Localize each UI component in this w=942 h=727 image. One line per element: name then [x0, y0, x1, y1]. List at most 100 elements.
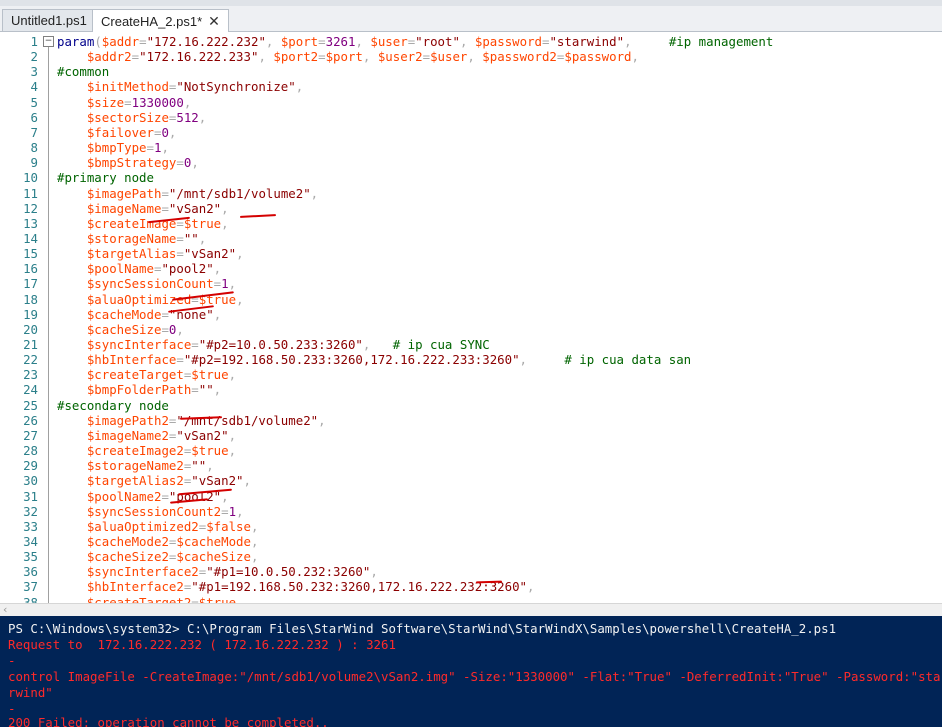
code-token: # ip cua data san	[564, 352, 692, 368]
code-line[interactable]: 16 $poolName="pool2",	[0, 261, 942, 276]
code-line[interactable]: 32 $syncSessionCount2=1,	[0, 504, 942, 519]
code-token: ,	[250, 533, 259, 549]
code-token: ,	[221, 200, 229, 216]
code-token: =	[422, 49, 431, 65]
code-text: $hbInterface="#p2=192.168.50.233:3260,17…	[57, 352, 691, 367]
code-line[interactable]: 11 $imagePath="/mnt/sdb1/volume2",	[0, 186, 942, 201]
code-line[interactable]: 24 $bmpFolderPath="",	[0, 382, 942, 397]
code-token: $user2	[377, 49, 423, 65]
console-pane[interactable]: PS C:\Windows\system32> C:\Program Files…	[0, 616, 942, 727]
script-tab-bar: Untitled1.ps1 CreateHA_2.ps1* ✕	[0, 6, 942, 32]
code-line[interactable]: 28 $createImage2=$true,	[0, 443, 942, 458]
scroll-left-icon[interactable]: ‹	[3, 603, 7, 616]
code-token: $poolName2	[86, 488, 162, 504]
code-text: $targetAlias2="vSan2",	[57, 473, 251, 488]
code-line[interactable]: 20 $cacheSize=0,	[0, 322, 942, 337]
code-line[interactable]: 21 $syncInterface="#p2=10.0.50.233:3260"…	[0, 337, 942, 352]
code-line[interactable]: 15 $targetAlias="vSan2",	[0, 246, 942, 261]
line-number: 17	[23, 276, 38, 292]
code-line[interactable]: 26 $imagePath2="/mnt/sdb1/volume2",	[0, 413, 942, 428]
code-line[interactable]: 8 $bmpType=1,	[0, 140, 942, 155]
code-token: =	[161, 185, 169, 201]
code-line[interactable]: 25 #secondary node	[0, 398, 942, 413]
console-error-line: 200 Failed: operation cannot be complete…	[8, 715, 329, 727]
code-text: $cacheMode2=$cacheMode,	[57, 533, 259, 549]
code-line[interactable]: 9 $bmpStrategy=0,	[0, 155, 942, 170]
code-line[interactable]: 1 param($addr="172.16.222.232", $port=326…	[0, 34, 942, 49]
line-number: 35	[23, 549, 38, 565]
code-token: ,	[318, 412, 326, 428]
code-token: =	[161, 306, 169, 322]
code-line[interactable]: 19 $cacheMode="none",	[0, 307, 942, 322]
code-line[interactable]: 4 $initMethod="NotSynchronize",	[0, 79, 942, 94]
code-line[interactable]: 12 $imageName="vSan2",	[0, 201, 942, 216]
code-token: =	[221, 503, 229, 519]
code-line[interactable]: 37 $hbInterface2="#p1=192.168.50.232:326…	[0, 579, 942, 594]
code-text: $createTarget2=$true,	[57, 595, 244, 603]
line-number: 31	[23, 488, 38, 504]
code-line[interactable]: 3 #common	[0, 64, 942, 79]
code-token: ,	[228, 276, 237, 292]
console-error-line: Request to 172.16.222.232 ( 172.16.222.2…	[8, 637, 396, 652]
script-editor[interactable]: 4342Import-Module StarWindX4140 )39 $bmp…	[0, 32, 942, 603]
tab-createha-2[interactable]: CreateHA_2.ps1* ✕	[92, 9, 229, 32]
code-line[interactable]: 23 $createTarget=$true,	[0, 367, 942, 382]
code-token: #ip management	[668, 34, 774, 49]
code-line[interactable]: 17 $syncSessionCount=1,	[0, 276, 942, 291]
code-line[interactable]: 14 $storageName="",	[0, 231, 942, 246]
line-number: 2	[30, 49, 38, 65]
horizontal-scrollbar[interactable]: ‹	[0, 603, 942, 616]
code-text: $createImage=$true,	[57, 216, 229, 231]
console-error-line: rwind"	[8, 685, 53, 700]
code-token: $syncInterface2	[86, 564, 199, 580]
line-number: 14	[23, 230, 38, 246]
code-line[interactable]: 29 $storageName2="",	[0, 458, 942, 473]
code-token: $user	[430, 49, 468, 65]
code-token: $cacheMode2	[86, 533, 169, 549]
code-token: "172.16.222.233"	[139, 49, 259, 65]
code-line[interactable]: 6 $sectorSize=512,	[0, 110, 942, 125]
close-icon[interactable]: ✕	[208, 13, 220, 29]
code-line[interactable]: 36 $syncInterface2="#p1=10.0.50.232:3260…	[0, 564, 942, 579]
code-line[interactable]: 38 $createTarget2=$true,	[0, 595, 942, 603]
code-line[interactable]: 22 $hbInterface="#p2=192.168.50.233:3260…	[0, 352, 942, 367]
code-token: ,	[243, 473, 251, 489]
code-line[interactable]: 31 $poolName2="pool2",	[0, 489, 942, 504]
line-number: 19	[23, 306, 38, 322]
code-line[interactable]: 10 #primary node	[0, 170, 942, 185]
code-line[interactable]: 35 $cacheSize2=$cacheSize,	[0, 549, 942, 564]
code-token: ,	[467, 49, 483, 65]
code-token: $user	[370, 34, 408, 49]
code-token: $syncInterface	[86, 337, 192, 352]
code-line[interactable]: 2 $addr2="172.16.222.233", $port2=$port,…	[0, 49, 942, 64]
collapse-icon[interactable]: −	[43, 36, 54, 47]
code-line[interactable]: 18 $aluaOptimized=$true,	[0, 292, 942, 307]
line-number: 7	[30, 124, 38, 140]
code-token: $imagePath2	[86, 412, 169, 428]
code-text: $poolName="pool2",	[57, 261, 221, 276]
code-token: $createTarget2	[86, 594, 192, 603]
line-number: 6	[30, 109, 38, 125]
code-token: 512	[176, 109, 199, 125]
code-line[interactable]: 13 $createImage=$true,	[0, 216, 942, 231]
code-line[interactable]: 5 $size=1330000,	[0, 95, 942, 110]
code-line[interactable]: 34 $cacheMode2=$cacheMode,	[0, 534, 942, 549]
tab-untitled1[interactable]: Untitled1.ps1	[2, 9, 96, 31]
code-line[interactable]: 33 $aluaOptimized2=$false,	[0, 519, 942, 534]
code-line[interactable]: 7 $failover=0,	[0, 125, 942, 140]
code-token: =	[161, 200, 169, 216]
code-token: "vSan2"	[176, 427, 229, 443]
code-text: $bmpFolderPath="",	[57, 382, 221, 397]
code-token: ,	[236, 246, 244, 262]
code-line[interactable]: 27 $imageName2="vSan2",	[0, 428, 942, 443]
code-token: "starwind"	[549, 34, 625, 49]
code-text: $storageName="",	[57, 231, 206, 246]
code-line[interactable]: 30 $targetAlias2="vSan2",	[0, 473, 942, 488]
line-number: 12	[23, 200, 38, 216]
code-token: ,	[310, 185, 319, 201]
code-token: 1	[228, 503, 237, 519]
